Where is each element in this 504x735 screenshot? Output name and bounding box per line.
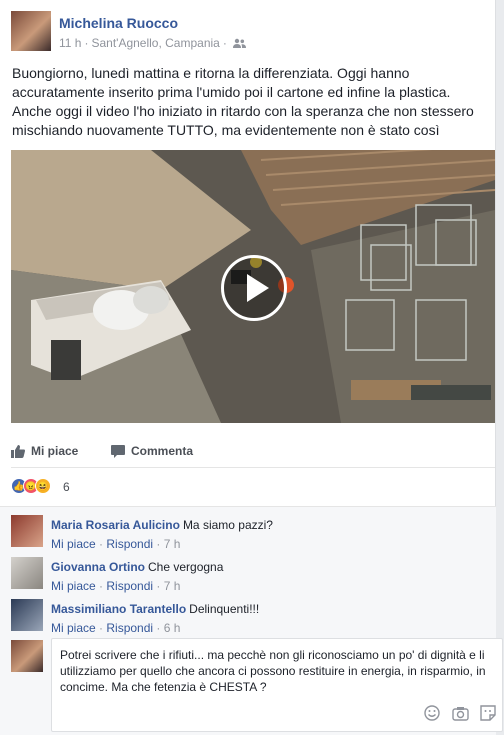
thumbs-up-icon (11, 445, 25, 458)
post-actions: Mi piace Commenta (11, 436, 495, 468)
author-avatar[interactable] (11, 11, 51, 51)
comment-time[interactable]: 7 h (164, 579, 181, 593)
camera-icon[interactable] (451, 706, 469, 725)
comment-like-link[interactable]: Mi piace (51, 621, 96, 635)
comment-button[interactable]: Commenta (111, 444, 193, 458)
current-user-avatar (11, 640, 43, 672)
comment-icon (111, 445, 125, 458)
post-meta: 11 h · Sant'Agnello, Campania · (59, 36, 246, 51)
comment-item: Giovanna Ortino Che vergogna Mi piace · R… (11, 557, 491, 595)
commenter-avatar[interactable] (11, 515, 43, 547)
comments-section: Maria Rosaria Aulicino Ma siamo pazzi? Mi… (0, 506, 503, 735)
commenter-name[interactable]: Maria Rosaria Aulicino (51, 518, 180, 532)
comment-text: Delinquenti!!! (189, 602, 260, 616)
post-text: Buongiorno, lunedì mattina e ritorna la … (12, 65, 474, 138)
comment-item: Massimiliano Tarantello Delinquenti!!! Mi… (11, 599, 491, 637)
friends-icon[interactable] (232, 37, 246, 51)
comment-input[interactable]: Potrei scrivere che i rifiuti... ma pecc… (51, 638, 503, 732)
reaction-count: 6 (63, 480, 70, 494)
comment-input-text: Potrei scrivere che i rifiuti... ma pecc… (60, 648, 486, 694)
comment-time[interactable]: 7 h (164, 537, 181, 551)
post-time[interactable]: 11 h (59, 36, 81, 50)
sticker-icon[interactable] (480, 705, 496, 725)
comment-text: Ma siamo pazzi? (182, 518, 273, 532)
like-label: Mi piace (31, 444, 79, 458)
author-name[interactable]: Michelina Ruocco (59, 15, 178, 31)
commenter-avatar[interactable] (11, 557, 43, 589)
commenter-avatar[interactable] (11, 599, 43, 631)
comment-like-link[interactable]: Mi piace (51, 537, 96, 551)
comment-reply-link[interactable]: Rispondi (106, 537, 153, 551)
comment-time[interactable]: 6 h (164, 621, 181, 635)
like-button[interactable]: Mi piace (11, 444, 78, 458)
commenter-name[interactable]: Giovanna Ortino (51, 560, 145, 574)
post-location[interactable]: Sant'Agnello, Campania (91, 36, 219, 50)
emoji-icon[interactable] (424, 705, 441, 725)
comment-reply-link[interactable]: Rispondi (106, 621, 153, 635)
comment-item: Maria Rosaria Aulicino Ma siamo pazzi? Mi… (11, 515, 491, 553)
comment-label: Commenta (131, 444, 194, 458)
comment-like-link[interactable]: Mi piace (51, 579, 96, 593)
comment-reply-link[interactable]: Rispondi (106, 579, 153, 593)
commenter-name[interactable]: Massimiliano Tarantello (51, 602, 186, 616)
play-button[interactable] (221, 255, 287, 321)
comment-text: Che vergogna (148, 560, 224, 574)
haha-reaction-icon: 😆 (35, 478, 51, 494)
comment-composer: Potrei scrivere che i rifiuti... ma pecc… (11, 638, 503, 732)
post-card: Michelina Ruocco 11 h · Sant'Agnello, Camp… (0, 0, 503, 735)
post-video[interactable] (11, 150, 495, 423)
post-header: Michelina Ruocco 11 h · Sant'Agnello, Camp… (11, 11, 491, 53)
